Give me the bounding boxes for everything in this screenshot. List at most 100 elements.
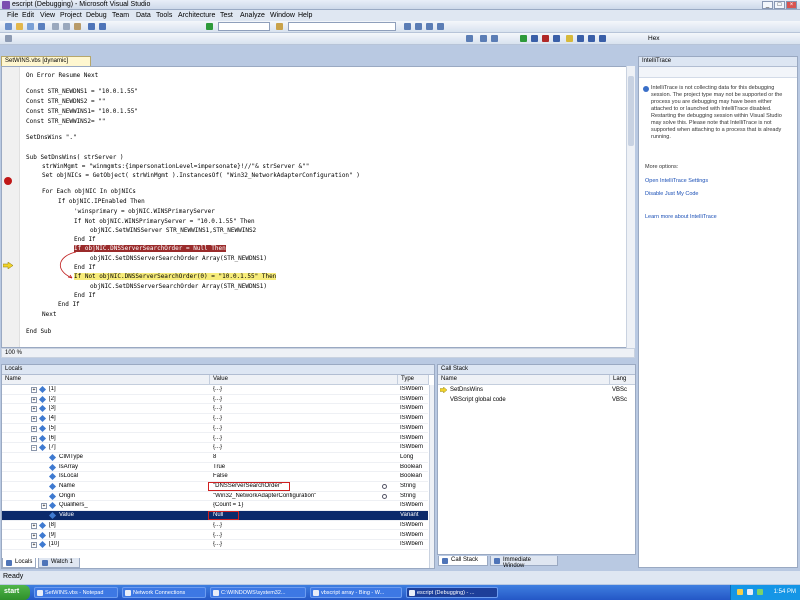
locals-header-name[interactable]: Name <box>2 375 210 385</box>
code-line[interactable]: If Not objNIC.WINSPrimaryServer = "10.0.… <box>74 218 255 225</box>
stop-debugging-icon[interactable] <box>542 35 549 42</box>
restart-icon[interactable] <box>553 35 560 42</box>
code-line[interactable]: objNIC.SetWINSServer STR_NEWWINS1,STR_NE… <box>90 227 256 234</box>
menu-team[interactable]: Team <box>112 12 129 19</box>
menu-tools[interactable]: Tools <box>156 12 172 19</box>
local-value[interactable]: {...} <box>213 444 393 450</box>
maximize-button[interactable]: □ <box>774 1 785 9</box>
code-line[interactable]: End Sub <box>26 328 51 335</box>
step-over-icon[interactable] <box>588 35 595 42</box>
copy-icon[interactable] <box>63 23 70 30</box>
task-cmd[interactable]: C:\WINDOWS\system32... <box>210 587 306 598</box>
new-project-icon[interactable] <box>5 23 12 30</box>
local-value[interactable]: {Count = 1} <box>213 502 393 508</box>
code-line[interactable]: 'winsprimary = objNIC.WINSPrimaryServer <box>74 208 215 215</box>
editor-gutter[interactable] <box>2 67 20 347</box>
locals-row[interactable]: − [7] {...} ISWbem <box>2 443 428 453</box>
continue-icon[interactable] <box>520 35 527 42</box>
locals-row[interactable]: + [9] {...} ISWbem <box>2 531 428 541</box>
start-debugging-icon[interactable] <box>206 23 213 30</box>
open-intellitrace-settings-link[interactable]: Open IntelliTrace Settings <box>645 178 708 184</box>
local-value[interactable]: {...} <box>213 532 393 538</box>
task-notepad[interactable]: SetWINS.vbs - Notepad <box>34 587 118 598</box>
disable-just-my-code-link[interactable]: Disable Just My Code <box>645 191 699 197</box>
zoom-level[interactable]: 100 % <box>5 350 22 356</box>
locals-header-value[interactable]: Value <box>210 375 398 385</box>
expand-icon[interactable]: + <box>31 416 37 423</box>
code-line[interactable]: Const STR_NEWDNS2 = "" <box>26 98 105 105</box>
locals-row[interactable]: + [5] {...} ISWbem <box>2 424 428 434</box>
local-value[interactable]: {...} <box>213 405 393 411</box>
locals-row[interactable]: + [8] {...} ISWbem <box>2 521 428 531</box>
properties-icon[interactable] <box>415 23 422 30</box>
local-value[interactable]: {...} <box>213 541 393 547</box>
paste-icon[interactable] <box>74 23 81 30</box>
locals-row[interactable]: CIMType 8 Long <box>2 453 428 463</box>
tab-immediate-window[interactable]: Immediate Window <box>490 556 558 569</box>
local-value[interactable]: {...} <box>213 396 393 402</box>
locals-row[interactable]: + [6] {...} ISWbem <box>2 434 428 444</box>
locals-row[interactable]: + Qualifiers_ {Count = 1} ISWbem <box>2 501 428 512</box>
save-all-icon[interactable] <box>38 23 45 30</box>
task-network-connections[interactable]: Network Connections <box>122 587 206 598</box>
code-line[interactable]: objNIC.SetDNSServerSearchOrder Array(STR… <box>90 283 267 290</box>
code-line[interactable]: Next <box>42 311 56 318</box>
step-out-icon[interactable] <box>599 35 606 42</box>
document-tab[interactable]: SetWINS.vbs [dynamic] <box>1 56 91 66</box>
call-stack-row[interactable]: SetDnsWins VBSc <box>438 386 635 395</box>
code-line[interactable]: For Each objNIC In objNICs <box>42 188 136 195</box>
scroll-thumb[interactable] <box>628 76 634 146</box>
task-browser[interactable]: vbscript array - Bing - W... <box>310 587 402 598</box>
call-stack-row[interactable]: VBScript global code VBSc <box>438 396 635 405</box>
locals-row[interactable]: IsArray True Boolean <box>2 463 428 473</box>
comment-icon[interactable] <box>480 35 487 42</box>
local-value[interactable]: Null <box>213 512 393 518</box>
locals-row[interactable]: Value Null Variant <box>2 511 428 521</box>
local-value[interactable]: 8 <box>213 454 393 460</box>
locals-row[interactable]: + [4] {...} ISWbem <box>2 414 428 424</box>
undo-icon[interactable] <box>88 23 95 30</box>
code-line[interactable]: End If <box>58 301 80 308</box>
locals-row[interactable]: + [10] {...} ISWbem <box>2 540 428 550</box>
menu-architecture[interactable]: Architecture <box>178 12 215 19</box>
menu-project[interactable]: Project <box>60 12 82 19</box>
menu-data[interactable]: Data <box>136 12 151 19</box>
locals-scrollbar[interactable] <box>429 385 434 568</box>
toolbox-icon[interactable] <box>437 23 444 30</box>
menu-test[interactable]: Test <box>220 12 233 19</box>
expand-icon[interactable]: + <box>31 406 37 413</box>
locals-row[interactable]: + [2] {...} ISWbem <box>2 395 428 405</box>
collapse-icon[interactable]: − <box>31 445 37 452</box>
expand-icon[interactable]: + <box>31 542 37 549</box>
start-button[interactable]: start <box>0 585 30 600</box>
redo-icon[interactable] <box>99 23 106 30</box>
close-button[interactable]: × <box>786 1 797 9</box>
expand-icon[interactable]: + <box>31 435 37 442</box>
current-code-line[interactable]: If Not objNIC.DNSServerSearchOrder(0) = … <box>74 273 277 280</box>
tab-call-stack[interactable]: Call Stack <box>438 556 488 566</box>
editor-vertical-scrollbar[interactable] <box>626 66 635 348</box>
code-line[interactable]: Const STR_NEWWINS2= "" <box>26 118 105 125</box>
find-in-files-icon[interactable] <box>276 23 283 30</box>
menu-window[interactable]: Window <box>270 12 295 19</box>
tray-icon[interactable] <box>737 589 743 595</box>
object-browser-icon[interactable] <box>426 23 433 30</box>
menu-file[interactable]: File <box>7 12 18 19</box>
code-line[interactable]: Const STR_NEWWINS1= "10.0.1.55" <box>26 108 138 115</box>
task-visual-studio[interactable]: escript (Debugging) - ... <box>406 587 498 598</box>
breakpoint-icon[interactable] <box>4 177 12 185</box>
locals-row[interactable]: + [1] {...} ISWbem <box>2 385 428 395</box>
code-line[interactable]: End If <box>74 236 96 243</box>
tab-watch1[interactable]: Watch 1 <box>38 558 80 568</box>
menu-analyze[interactable]: Analyze <box>240 12 265 19</box>
tab-locals[interactable]: Locals <box>2 558 36 568</box>
magnifier-icon[interactable] <box>382 484 387 489</box>
step-into-icon[interactable] <box>577 35 584 42</box>
menu-view[interactable]: View <box>40 12 55 19</box>
locals-row[interactable]: + [3] {...} ISWbem <box>2 404 428 415</box>
tray-icon[interactable] <box>747 589 753 595</box>
break-all-icon[interactable] <box>531 35 538 42</box>
tray-icon[interactable] <box>757 589 763 595</box>
uncomment-icon[interactable] <box>491 35 498 42</box>
local-value[interactable]: {...} <box>213 425 393 431</box>
